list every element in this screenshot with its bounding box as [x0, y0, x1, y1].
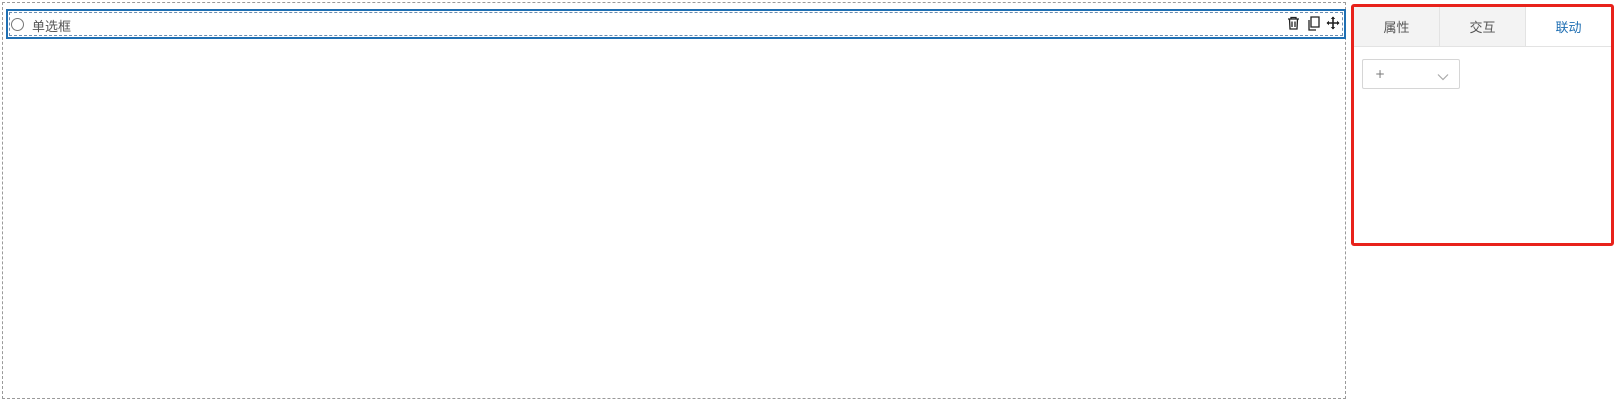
radio-label: 单选框 [32, 20, 72, 35]
linkage-select[interactable]: + [1362, 59, 1460, 89]
widget-toolbar [1286, 15, 1340, 31]
tab-linkage[interactable]: 联动 [1526, 7, 1611, 46]
radio-widget[interactable]: 单选框 [6, 9, 1346, 39]
tab-properties[interactable]: 属性 [1354, 7, 1440, 46]
trash-icon[interactable] [1286, 15, 1300, 31]
move-icon[interactable] [1326, 15, 1340, 31]
panel-tabs: 属性 交互 联动 [1354, 7, 1611, 47]
widget-selection-outline [9, 12, 1343, 36]
properties-panel: 属性 交互 联动 + [1351, 4, 1614, 246]
radio-circle-icon[interactable] [11, 18, 24, 31]
tab-interaction[interactable]: 交互 [1440, 7, 1526, 46]
copy-icon[interactable] [1306, 15, 1320, 31]
chevron-down-icon [1437, 68, 1449, 81]
form-canvas[interactable]: 单选框 [2, 2, 1346, 399]
linkage-select-value: + [1375, 67, 1386, 81]
